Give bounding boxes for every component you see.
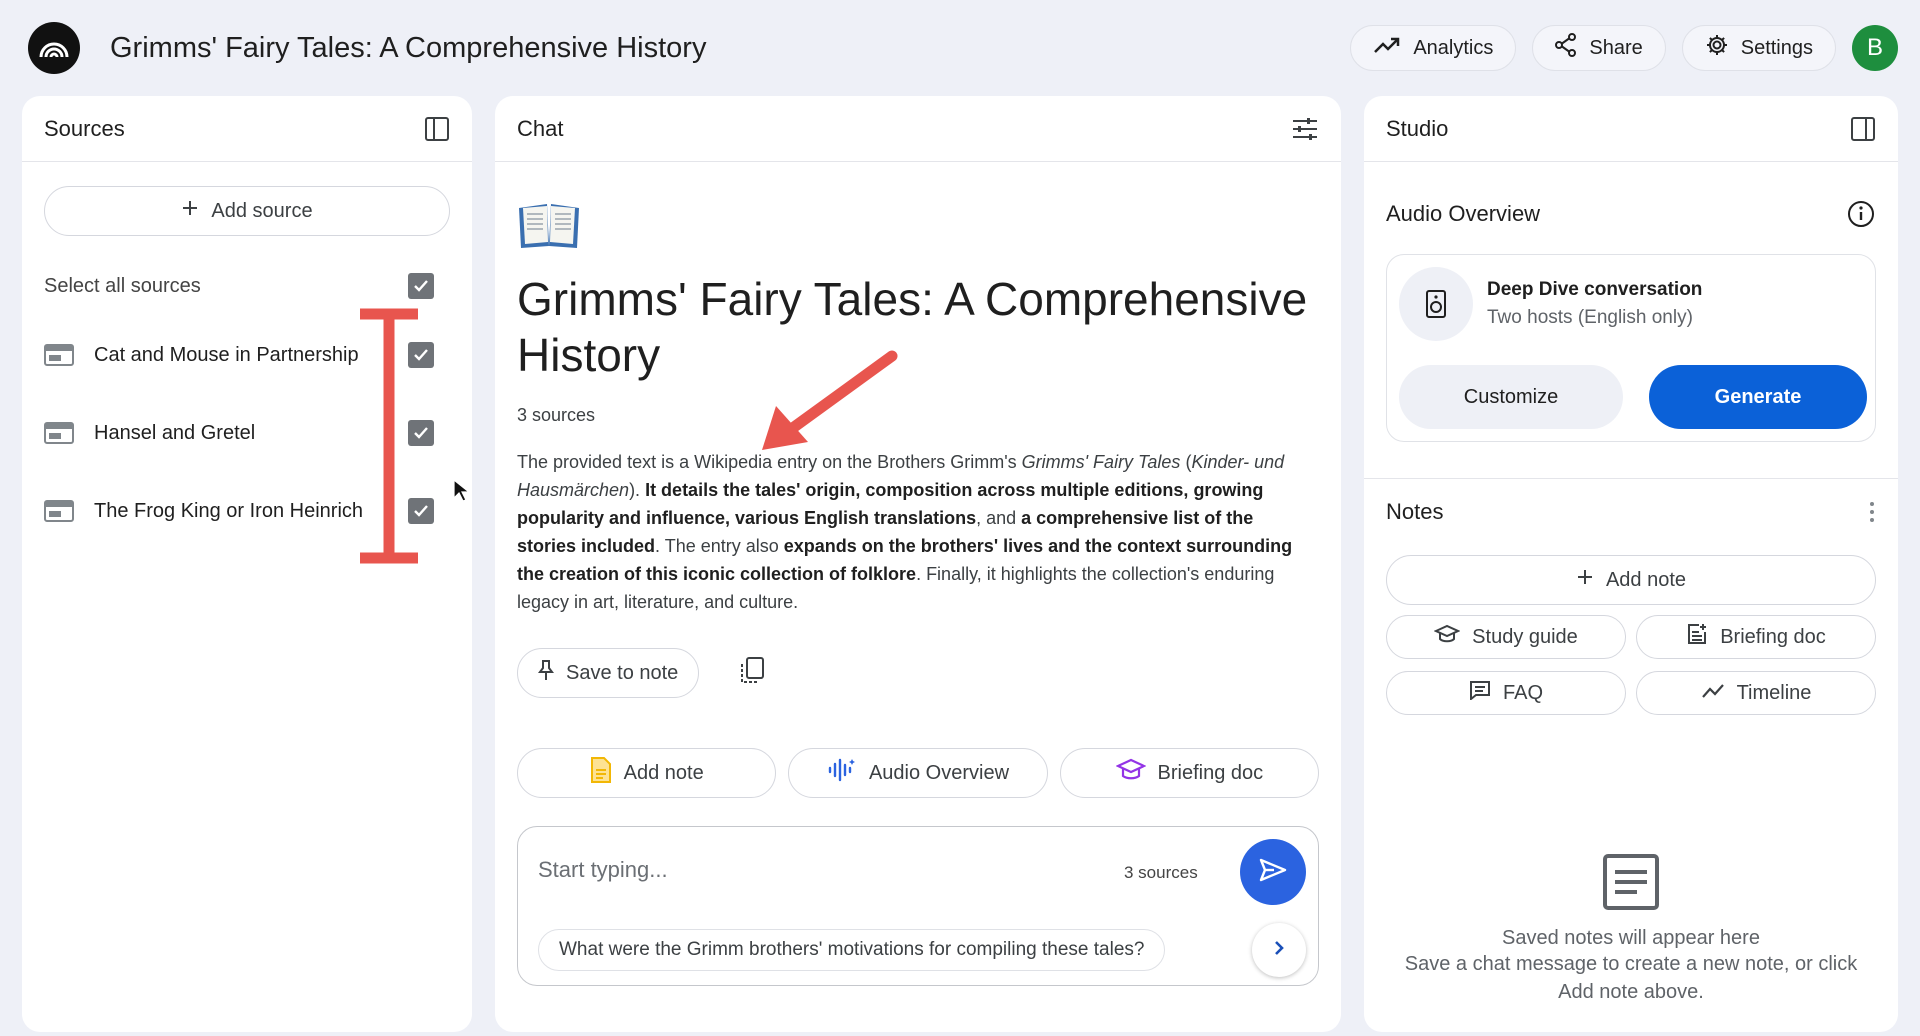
send-icon: [1258, 857, 1288, 888]
chat-title: Chat: [517, 115, 564, 141]
select-all-label: Select all sources: [44, 274, 201, 297]
timeline-icon: [1701, 682, 1725, 705]
source-label: Cat and Mouse in Partnership: [94, 343, 359, 366]
graduation-cap-icon: [1433, 624, 1461, 650]
empty-notes-state: Saved notes will appear here Save a chat…: [1364, 852, 1898, 1006]
share-icon: [1555, 33, 1577, 63]
sources-header: Sources: [22, 96, 472, 162]
plus-icon: [181, 199, 199, 223]
chevron-right-icon: [1273, 939, 1285, 962]
next-suggestion-button[interactable]: [1252, 923, 1306, 977]
pin-icon: [538, 659, 554, 687]
generate-button[interactable]: Generate: [1649, 365, 1867, 429]
copy-icon[interactable]: [739, 656, 765, 691]
briefing-doc-icon: [1686, 623, 1708, 651]
source-item[interactable]: Cat and Mouse in Partnership: [22, 316, 472, 394]
select-all-checkbox[interactable]: [408, 273, 434, 299]
plus-icon: [1576, 568, 1594, 592]
notebook-title[interactable]: Grimms' Fairy Tales: A Comprehensive His…: [110, 32, 706, 65]
timeline-label: Timeline: [1736, 681, 1812, 704]
document-icon: [44, 344, 74, 366]
settings-button[interactable]: Settings: [1681, 25, 1836, 71]
deep-dive-subtitle: Two hosts (English only): [1487, 307, 1693, 328]
add-source-label: Add source: [211, 199, 313, 222]
studio-header: Studio: [1364, 96, 1898, 162]
share-label: Share: [1589, 36, 1643, 59]
faq-label: FAQ: [1502, 681, 1543, 704]
customize-button[interactable]: Customize: [1399, 365, 1623, 429]
document-icon: [44, 500, 74, 522]
notes-header: Notes: [1364, 479, 1898, 545]
source-checkbox[interactable]: [408, 498, 434, 524]
analytics-label: Analytics: [1413, 36, 1494, 59]
add-note-button[interactable]: Add note: [1386, 555, 1876, 605]
study-guide-button[interactable]: Study guide: [1386, 615, 1626, 659]
save-to-note-label: Save to note: [566, 661, 679, 684]
collapse-panel-icon[interactable]: [1850, 116, 1876, 142]
source-checkbox[interactable]: [408, 420, 434, 446]
audio-waveform-icon: [827, 757, 857, 789]
share-button[interactable]: Share: [1532, 25, 1666, 71]
faq-button[interactable]: FAQ: [1386, 671, 1626, 715]
suggested-question[interactable]: What were the Grimm brothers' motivation…: [538, 929, 1166, 971]
save-to-note-button[interactable]: Save to note: [517, 648, 700, 698]
faq-icon: [1469, 680, 1491, 706]
notebooklm-logo-icon[interactable]: [28, 22, 80, 74]
collapse-panel-icon[interactable]: [424, 116, 450, 142]
sources-panel: Sources Add source Select all sources Ca…: [22, 96, 472, 1032]
source-item[interactable]: The Frog King or Iron Heinrich: [22, 472, 472, 550]
add-note-label: Add note: [1605, 568, 1687, 591]
add-note-suggestion-button[interactable]: Add note: [517, 748, 777, 798]
source-label: The Frog King or Iron Heinrich: [94, 499, 364, 522]
graduation-cap-icon: [1114, 758, 1147, 788]
more-vert-icon[interactable]: [1868, 500, 1876, 524]
source-label: Hansel and Gretel: [94, 421, 256, 444]
audio-overview-header: Audio Overview: [1364, 184, 1898, 244]
book-emoji-icon: [517, 200, 1319, 257]
notebook-heading: Grimms' Fairy Tales: A Comprehensive His…: [517, 273, 1308, 381]
chat-panel: Chat Grimms' Fairy Tales: A Comprehensiv…: [495, 96, 1341, 1032]
avatar[interactable]: B: [1852, 25, 1898, 71]
studio-panel: Studio Audio Overview Deep Dive conversa…: [1364, 96, 1898, 1032]
note-icon: [590, 756, 612, 790]
select-all-row: Select all sources: [22, 256, 472, 316]
source-count: 3 sources: [517, 405, 596, 425]
chat-composer: 3 sources What were the Grimm brothers' …: [517, 826, 1319, 986]
briefing-doc-suggestion-button[interactable]: Briefing doc: [1059, 748, 1319, 798]
source-item[interactable]: Hansel and Gretel: [22, 394, 472, 472]
note-document-icon: [1601, 854, 1661, 916]
briefing-doc-suggestion-label: Briefing doc: [1157, 761, 1264, 784]
empty-notes-title: Saved notes will appear here: [1502, 927, 1760, 949]
briefing-doc-label: Briefing doc: [1720, 625, 1826, 648]
send-button[interactable]: [1240, 839, 1306, 905]
tune-settings-icon[interactable]: [1291, 116, 1319, 142]
sources-title: Sources: [44, 115, 125, 141]
audio-overview-button[interactable]: Audio Overview: [788, 748, 1048, 798]
add-note-suggestion-label: Add note: [623, 761, 704, 784]
settings-label: Settings: [1740, 36, 1813, 59]
deep-dive-title: Deep Dive conversation: [1487, 279, 1703, 300]
source-checkbox[interactable]: [408, 342, 434, 368]
analytics-button[interactable]: Analytics: [1350, 25, 1517, 71]
gear-icon: [1705, 33, 1729, 63]
audio-overview-title: Audio Overview: [1386, 201, 1541, 226]
top-bar: Grimms' Fairy Tales: A Comprehensive His…: [0, 0, 1920, 96]
audio-overview-label: Audio Overview: [868, 761, 1010, 784]
document-icon: [44, 422, 74, 444]
studio-title: Studio: [1386, 115, 1449, 141]
briefing-doc-button[interactable]: Briefing doc: [1636, 615, 1876, 659]
chat-input[interactable]: [538, 853, 1098, 887]
timeline-button[interactable]: Timeline: [1636, 671, 1876, 715]
trending-up-icon: [1373, 35, 1401, 61]
empty-notes-subtitle: Save a chat message to create a new note…: [1404, 953, 1858, 1003]
speaker-icon: [1399, 267, 1473, 341]
study-guide-label: Study guide: [1472, 625, 1578, 648]
audio-overview-card: Deep Dive conversation Two hosts (Englis…: [1386, 254, 1876, 442]
add-source-button[interactable]: Add source: [44, 186, 450, 236]
notebook-summary: The provided text is a Wikipedia entry o…: [517, 452, 1293, 612]
notes-title: Notes: [1386, 499, 1444, 524]
composer-source-count: 3 sources: [1124, 863, 1198, 882]
info-icon[interactable]: [1846, 199, 1876, 229]
chat-header: Chat: [495, 96, 1341, 162]
